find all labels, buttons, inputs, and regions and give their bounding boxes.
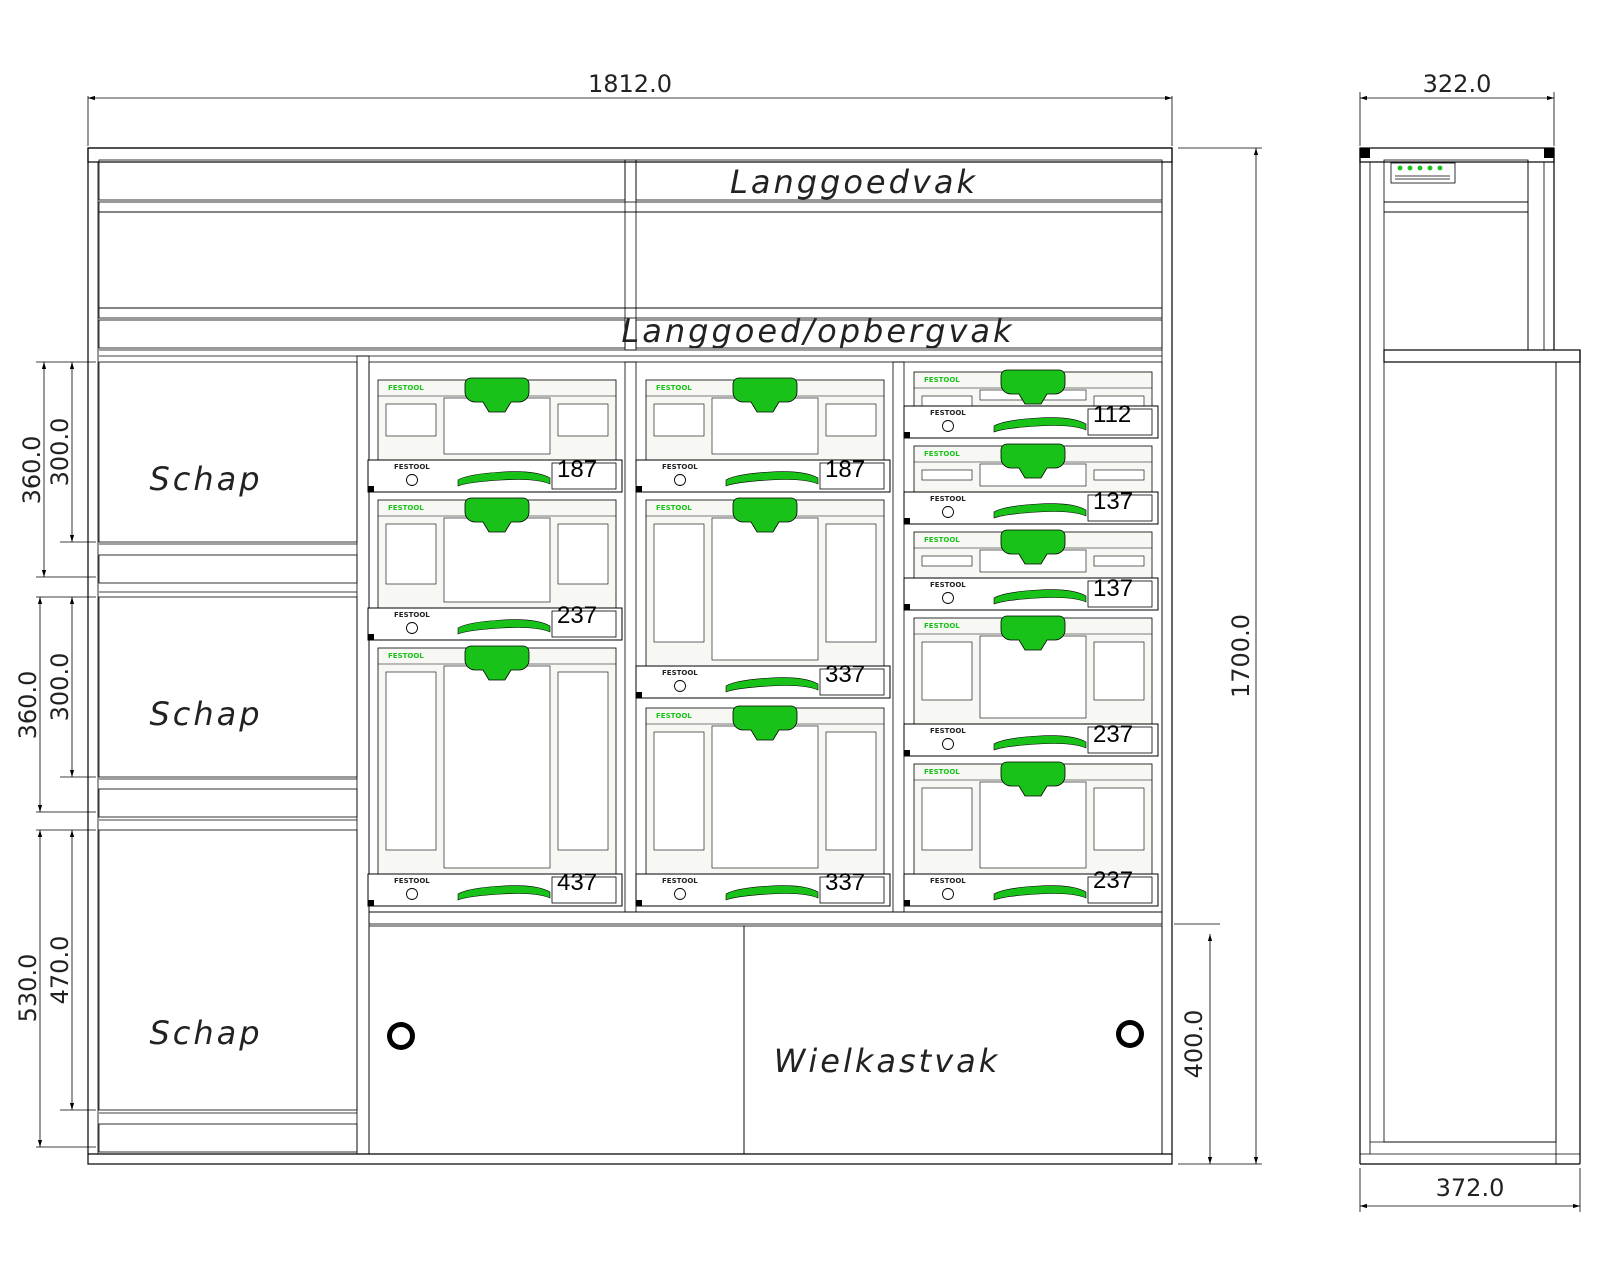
- knob-icon: [387, 1022, 415, 1050]
- shelf-3-label: Schap: [149, 1014, 262, 1052]
- side-top-panel: [1383, 159, 1529, 203]
- shelf-1-inner-dimension: 300.0: [46, 418, 74, 487]
- systainer-label: 112: [1093, 401, 1131, 428]
- width-dimension: 1812.0: [588, 70, 672, 98]
- systainer-label: 237: [557, 602, 597, 629]
- height-dimension: 1700.0: [1227, 614, 1255, 698]
- front-dimensions: 1812.0 1700.0 400.0 360.0 300.0 360.0 30…: [14, 70, 1262, 1165]
- shelf-3-panel: [98, 829, 358, 1111]
- shelf-3-outer-dimension: 530.0: [14, 954, 42, 1023]
- systainer-icon: [1390, 162, 1456, 184]
- wielkastvak-label: Wielkastvak: [774, 1042, 1001, 1080]
- side-view: 322.0 372.0: [1359, 70, 1581, 1212]
- side-bottom-depth-dimension: 372.0: [1436, 1174, 1505, 1202]
- svg-text:FESTOOL: FESTOOL: [656, 504, 692, 512]
- svg-text:FESTOOL: FESTOOL: [662, 669, 698, 677]
- shelf-1-label: Schap: [149, 460, 262, 498]
- svg-text:FESTOOL: FESTOOL: [930, 727, 966, 735]
- shelf-3-inner-dimension: 470.0: [46, 936, 74, 1005]
- cabinet-drawing: Langgoedvak Langgoed/opbergvak Schap Sch…: [14, 70, 1581, 1212]
- shelf-1-outer-dimension: 360.0: [18, 436, 46, 505]
- systainer-label: 337: [825, 661, 865, 688]
- shelf-1-panel: [98, 361, 358, 543]
- side-lower-panel: [1383, 361, 1557, 1143]
- systainer-label: 337: [825, 869, 865, 896]
- svg-text:FESTOOL: FESTOOL: [394, 877, 430, 885]
- side-step-board: [1383, 349, 1581, 363]
- langgoed-opbergvak-label: Langgoed/opbergvak: [621, 312, 1014, 350]
- svg-text:FESTOOL: FESTOOL: [656, 384, 692, 392]
- systainer-box: FESTOOL FESTOOL: [367, 645, 623, 907]
- svg-text:FESTOOL: FESTOOL: [394, 611, 430, 619]
- langgoedvak-label: Langgoedvak: [730, 163, 978, 201]
- systainer-label: 437: [557, 869, 597, 896]
- systainer-stack: FESTOOLFESTOOLFESTOOLFESTOOLFESTOOLFESTO…: [367, 369, 1159, 907]
- side-middle-panel: [1383, 211, 1529, 351]
- shelf-2-board: [98, 788, 358, 818]
- svg-text:FESTOOL: FESTOOL: [924, 450, 960, 458]
- svg-text:FESTOOL: FESTOOL: [662, 877, 698, 885]
- systainer-divider-1: [624, 361, 637, 913]
- svg-text:FESTOOL: FESTOOL: [930, 409, 966, 417]
- shelf-3-board: [98, 1123, 358, 1153]
- wheel-height-dimension: 400.0: [1180, 1010, 1208, 1079]
- langgoedvak-left-panel: [98, 159, 626, 201]
- svg-text:FESTOOL: FESTOOL: [924, 622, 960, 630]
- shelf-board: [98, 201, 1163, 213]
- svg-text:FESTOOL: FESTOOL: [930, 877, 966, 885]
- svg-text:FESTOOL: FESTOOL: [388, 652, 424, 660]
- systainer-label: 237: [1093, 867, 1133, 894]
- wheel-door-right: [743, 925, 1163, 1155]
- systainer-label: 137: [1093, 575, 1133, 602]
- systainer-label: 237: [1093, 721, 1133, 748]
- shelf-2-inner-dimension: 300.0: [46, 653, 74, 722]
- svg-text:FESTOOL: FESTOOL: [924, 536, 960, 544]
- side-top-depth-dimension: 322.0: [1423, 70, 1492, 98]
- systainer-label: 137: [1093, 488, 1133, 515]
- svg-text:FESTOOL: FESTOOL: [388, 384, 424, 392]
- shelf-1-board: [98, 554, 358, 584]
- shelf-2-label: Schap: [149, 695, 262, 733]
- shelf-2-panel: [98, 596, 358, 778]
- opbergvak-left-panel: [98, 319, 626, 349]
- left-divider: [356, 355, 370, 1155]
- shelf-2-outer-dimension: 360.0: [14, 671, 42, 740]
- svg-text:FESTOOL: FESTOOL: [394, 463, 430, 471]
- systainer-label: 187: [557, 456, 597, 483]
- svg-text:FESTOOL: FESTOOL: [662, 463, 698, 471]
- svg-text:FESTOOL: FESTOOL: [388, 504, 424, 512]
- knob-icon: [1116, 1020, 1144, 1048]
- wheel-shelf-board: [368, 911, 1163, 925]
- svg-text:FESTOOL: FESTOOL: [924, 768, 960, 776]
- open-compartment: [98, 211, 1163, 309]
- wheel-door-left: [368, 925, 745, 1155]
- svg-text:FESTOOL: FESTOOL: [930, 581, 966, 589]
- svg-text:FESTOOL: FESTOOL: [930, 495, 966, 503]
- systainer-label: 187: [825, 456, 865, 483]
- svg-text:FESTOOL: FESTOOL: [656, 712, 692, 720]
- svg-text:FESTOOL: FESTOOL: [924, 376, 960, 384]
- systainer-divider-2: [892, 361, 905, 913]
- front-view: Langgoedvak Langgoed/opbergvak Schap Sch…: [87, 147, 1173, 1165]
